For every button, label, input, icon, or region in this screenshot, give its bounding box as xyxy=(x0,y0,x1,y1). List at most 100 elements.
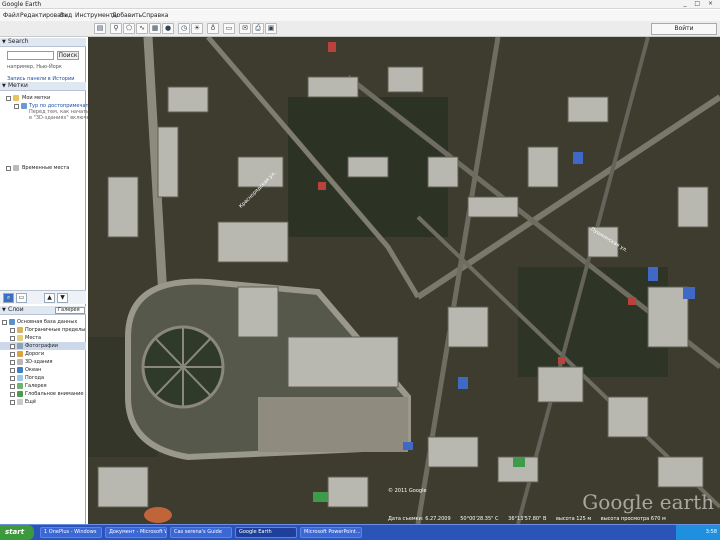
system-clock: 3:58 xyxy=(676,525,720,540)
tree-item-temporary-places[interactable]: Временные места xyxy=(0,164,86,172)
collapse-arrow-icon: ▼ xyxy=(2,39,6,45)
search-panel-header[interactable]: ▼ Search xyxy=(0,38,86,47)
layer-item[interactable]: Места xyxy=(0,334,86,342)
print-icon[interactable]: ⎙ xyxy=(252,23,264,34)
sidebar-toggle-icon[interactable]: ▤ xyxy=(94,23,106,34)
layers-panel-title: Слои xyxy=(8,306,24,313)
checkbox[interactable] xyxy=(10,400,15,405)
search-hint: например, Нью-Йорк xyxy=(7,64,62,70)
weather-icon xyxy=(17,375,23,381)
search-input[interactable] xyxy=(7,51,54,60)
globe-icon xyxy=(9,319,15,325)
taskbar-item[interactable]: 1 OnePlus - Windows xyxy=(40,527,102,538)
checkbox[interactable] xyxy=(10,352,15,357)
placemark-icon[interactable]: ⚲ xyxy=(110,23,122,34)
layer-item[interactable]: Океан xyxy=(0,366,86,374)
toolbar: ▤ ⚲ ⬠ ∿ ▦ ● ◷ ☀ ♁ ▭ ✉ ⎙ ▣ Войти xyxy=(0,21,720,37)
checkbox[interactable] xyxy=(10,368,15,373)
ocean-icon xyxy=(17,367,23,373)
photos-icon xyxy=(17,343,23,349)
checkbox[interactable] xyxy=(6,96,11,101)
menu-add[interactable]: Добавить xyxy=(112,12,142,19)
tree-item-description: в "3D-зданиях" включен xyxy=(0,115,93,121)
polygon-icon[interactable]: ⬠ xyxy=(123,23,135,34)
checkbox[interactable] xyxy=(2,320,7,325)
sunlight-icon[interactable]: ☀ xyxy=(191,23,203,34)
layers-panel-header[interactable]: ▼ Слои Галерея xyxy=(0,306,86,315)
imagery-date: Дата съемки: 6.27.2009 xyxy=(388,516,451,522)
record-tour-icon[interactable]: ● xyxy=(162,23,174,34)
tree-item-desc: в "3D-зданиях" включен xyxy=(29,115,93,121)
more-icon xyxy=(17,399,23,405)
view-in-maps-icon[interactable]: ▣ xyxy=(265,23,277,34)
sidebar: ▼ Search Поиск например, Нью-Йорк Запись… xyxy=(0,38,142,524)
taskbar-item[interactable]: Cas serena's Guide xyxy=(170,527,232,538)
layer-label: Фотографии xyxy=(25,343,58,349)
layer-item[interactable]: Глобальное внимание xyxy=(0,390,86,398)
layer-label: Дороги xyxy=(25,351,45,357)
path-icon[interactable]: ∿ xyxy=(136,23,148,34)
layer-label: Галерея xyxy=(25,383,47,389)
layers-gallery-button[interactable]: Галерея xyxy=(55,307,85,314)
historical-imagery-icon[interactable]: ◷ xyxy=(178,23,190,34)
title-bar: Google Earth _ □ × xyxy=(0,0,720,9)
sign-in-button[interactable]: Войти xyxy=(651,23,717,35)
tree-item-label: Временные места xyxy=(22,165,70,171)
search-button[interactable]: Поиск xyxy=(57,51,79,60)
planets-icon[interactable]: ♁ xyxy=(207,23,219,34)
folder-icon xyxy=(13,165,19,171)
menu-bar: Файл Редактировать Вид Инструменты Добав… xyxy=(0,10,720,21)
layer-item-selected[interactable]: Фотографии xyxy=(0,342,86,350)
menu-view[interactable]: Вид xyxy=(60,12,72,19)
layer-item[interactable]: Погода xyxy=(0,374,86,382)
checkbox[interactable] xyxy=(6,166,11,171)
tree-item-my-places[interactable]: Мои метки xyxy=(0,94,86,102)
checkbox[interactable] xyxy=(10,328,15,333)
layer-item[interactable]: Основная база данных xyxy=(0,318,86,326)
move-up-icon[interactable]: ▲ xyxy=(44,293,55,303)
menu-file[interactable]: Файл xyxy=(3,12,20,19)
checkbox[interactable] xyxy=(10,360,15,365)
taskbar-item[interactable]: Microsoft PowerPoint... xyxy=(300,527,362,538)
layer-item[interactable]: 3D-здания xyxy=(0,358,86,366)
map-viewer[interactable]: Краснорядская ул. Пушкинская ул. © 2011 … xyxy=(88,37,720,524)
checkbox[interactable] xyxy=(10,384,15,389)
layer-label: Погода xyxy=(25,375,45,381)
move-down-icon[interactable]: ▼ xyxy=(57,293,68,303)
places-tree: Мои метки Тур по достопримечательностям … xyxy=(0,92,142,290)
start-button[interactable]: start xyxy=(0,525,34,540)
taskbar-item[interactable]: Документ - Microsoft Word xyxy=(105,527,167,538)
ruler-icon[interactable]: ▭ xyxy=(223,23,235,34)
layer-item[interactable]: Пограничные пределы xyxy=(0,326,86,334)
taskbar-item-active[interactable]: Google Earth xyxy=(235,527,297,538)
search-panel: Поиск например, Нью-Йорк Запись панели в… xyxy=(0,48,86,86)
checkbox[interactable] xyxy=(10,376,15,381)
show-in-sidebar-icon[interactable]: ▭ xyxy=(16,293,27,303)
buildings-icon xyxy=(17,359,23,365)
search-panel-title: Search xyxy=(8,38,29,45)
places-panel-header[interactable]: ▼ Метки xyxy=(0,82,86,91)
elevation: высота 125 м xyxy=(555,516,592,522)
layer-item[interactable]: Дороги xyxy=(0,350,86,358)
email-icon[interactable]: ✉ xyxy=(239,23,251,34)
longitude: 36°13'57.80" В xyxy=(508,516,547,522)
gallery-icon xyxy=(17,383,23,389)
checkbox[interactable] xyxy=(10,344,15,349)
tree-item-label: Мои метки xyxy=(22,95,51,101)
menu-help[interactable]: Справка xyxy=(142,12,168,19)
copyright-text: © 2011 Google xyxy=(388,488,427,494)
checkbox[interactable] xyxy=(10,336,15,341)
folder-icon xyxy=(13,95,19,101)
collapse-arrow-icon: ▼ xyxy=(2,83,6,89)
status-bar: Дата съемки: 6.27.2009 50°00'28.35" С 36… xyxy=(388,516,674,522)
image-overlay-icon[interactable]: ▦ xyxy=(149,23,161,34)
places-footer: ⌕ ▭ ▲ ▼ xyxy=(0,290,86,304)
latitude: 50°00'28.35" С xyxy=(460,516,499,522)
global-awareness-icon xyxy=(17,391,23,397)
layer-item[interactable]: Ещё xyxy=(0,398,86,406)
checkbox[interactable] xyxy=(10,392,15,397)
layer-label: Глобальное внимание xyxy=(25,391,84,397)
layer-item[interactable]: Галерея xyxy=(0,382,86,390)
search-places-icon[interactable]: ⌕ xyxy=(3,293,14,303)
window-controls[interactable]: _ □ × xyxy=(683,0,716,8)
